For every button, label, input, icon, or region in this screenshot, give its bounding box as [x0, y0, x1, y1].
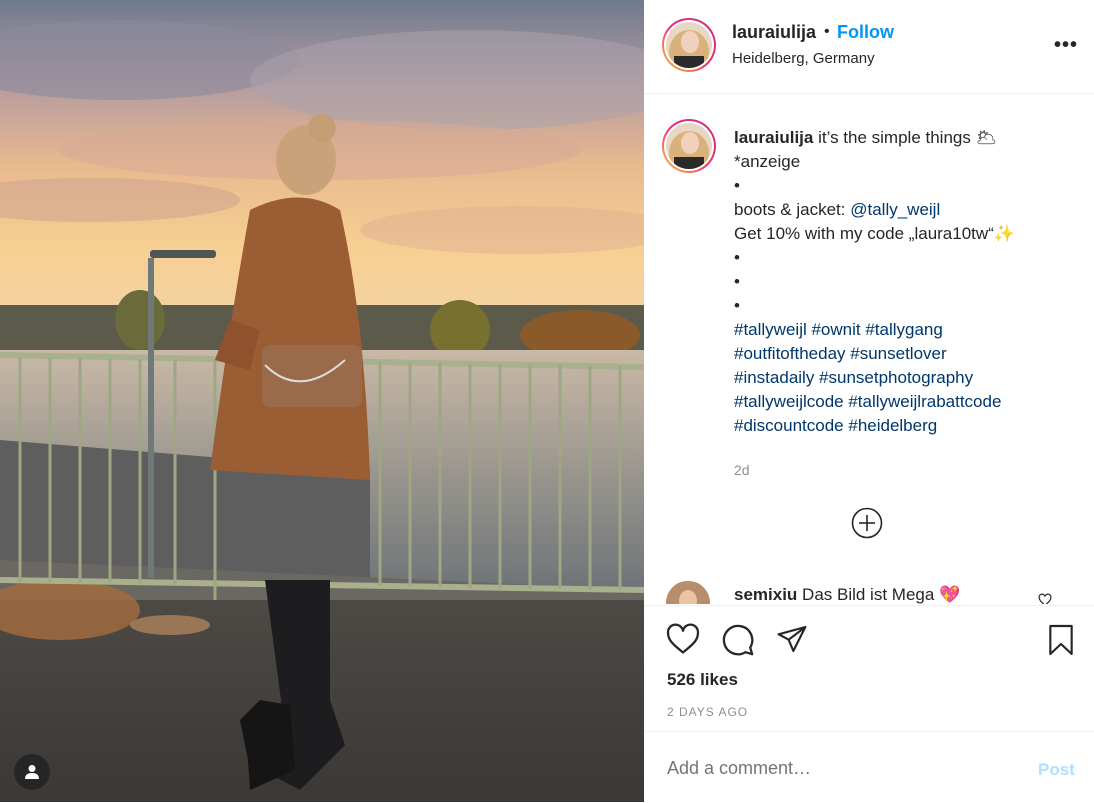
avatar-photo — [666, 123, 712, 169]
caption-bullet: • — [734, 296, 740, 315]
hashtag-line[interactable]: #instadaily #sunsetphotography — [734, 366, 1074, 390]
caption-bullet: • — [734, 176, 740, 195]
comment-icon[interactable] — [721, 623, 755, 662]
profile-avatar[interactable] — [662, 18, 716, 72]
commenter-avatar[interactable] — [666, 581, 710, 604]
header-separator: • — [824, 23, 830, 40]
user-tag-icon — [25, 765, 39, 779]
caption-line-3: boots & jacket: — [734, 200, 851, 219]
bookmark-icon[interactable] — [1045, 623, 1077, 662]
caption-line-1: it’s the simple things 🌥 — [813, 128, 998, 147]
mention-link[interactable]: @tally_weijl — [850, 200, 940, 219]
commenter-username[interactable]: semixiu — [734, 585, 797, 604]
post-age[interactable]: 2 DAYS AGO — [667, 705, 748, 719]
caption-line-2: *anzeige — [734, 152, 801, 171]
heart-icon[interactable] — [666, 623, 700, 660]
post-header: lauraiulija • Follow Heidelberg, Germany… — [644, 0, 1094, 94]
hashtag-line[interactable]: #tallyweijlcode #tallyweijlrabattcode — [734, 390, 1074, 414]
header-username[interactable]: lauraiulija — [732, 22, 816, 43]
caption-line-4: Get 10% with my code „laura10tw“✨ — [734, 224, 1015, 243]
caption-username[interactable]: lauraiulija — [734, 128, 813, 147]
caption-bullet: • — [734, 272, 740, 291]
comments-area[interactable]: lauraiulija it’s the simple things 🌥 *an… — [644, 94, 1094, 604]
follow-button[interactable]: Follow — [837, 22, 894, 43]
post-caption: lauraiulija it’s the simple things 🌥 *an… — [734, 126, 1074, 482]
likes-count[interactable]: 526 likes — [667, 670, 738, 690]
load-more-icon[interactable] — [851, 507, 883, 539]
hashtag-line[interactable]: #tallyweijl #ownit #tallygang — [734, 318, 1074, 342]
caption-avatar[interactable] — [662, 119, 716, 173]
post-sidebar: lauraiulija • Follow Heidelberg, Germany… — [644, 0, 1094, 802]
share-icon[interactable] — [775, 623, 809, 660]
hashtag-line[interactable]: #outfitoftheday #sunsetlover — [734, 342, 1074, 366]
action-bar: 526 likes 2 DAYS AGO — [644, 605, 1094, 731]
add-comment-bar: Post — [644, 731, 1094, 803]
comment-input[interactable] — [667, 758, 997, 779]
caption-bullet: • — [734, 248, 740, 267]
user-tag-button[interactable] — [14, 754, 50, 790]
avatar-photo — [666, 22, 712, 68]
post-comment-button[interactable]: Post — [1038, 760, 1075, 780]
more-options-icon[interactable]: ••• — [1054, 34, 1078, 57]
caption-timestamp: 2d — [734, 462, 750, 478]
post-photo[interactable] — [0, 0, 644, 802]
comment-like-icon[interactable] — [1038, 593, 1052, 604]
location-link[interactable]: Heidelberg, Germany — [732, 50, 875, 67]
comment-text: Das Bild ist Mega 💖 — [797, 585, 961, 604]
hashtag-line[interactable]: #discountcode #heidelberg — [734, 414, 1074, 438]
